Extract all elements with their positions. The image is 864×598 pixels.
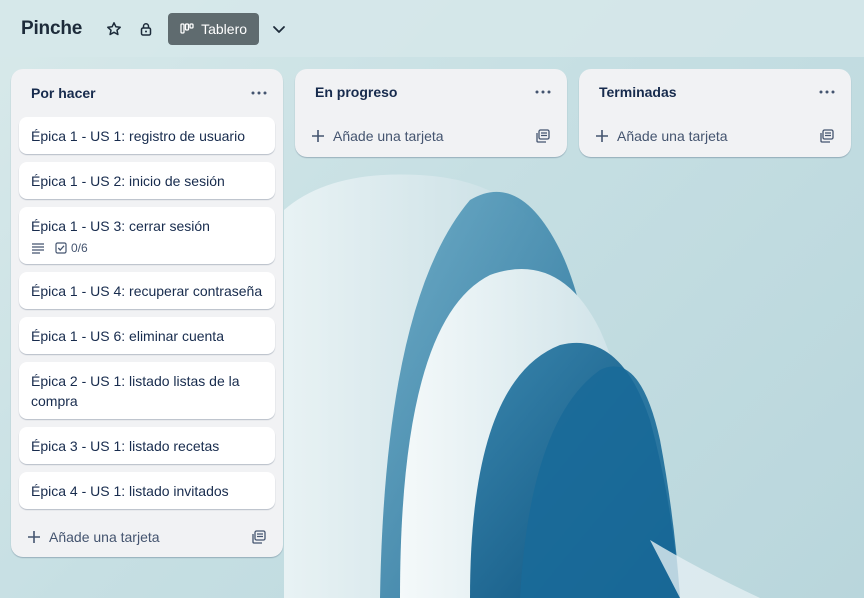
plus-icon: [28, 531, 40, 543]
card-badges: 0/6: [31, 240, 263, 256]
list-header: Terminadas: [579, 69, 851, 115]
add-card-button[interactable]: Añade una tarjeta: [595, 128, 728, 144]
add-card-button[interactable]: Añade una tarjeta: [311, 128, 444, 144]
card-title: Épica 2 - US 1: listado listas de la com…: [31, 373, 240, 409]
checklist-badge: 0/6: [55, 238, 88, 258]
board-view-label: Tablero: [201, 20, 248, 37]
card[interactable]: Épica 1 - US 2: inicio de sesión: [19, 162, 275, 199]
list-footer: Añade una tarjeta: [11, 517, 283, 557]
card-list: Épica 1 - US 1: registro de usuario Épic…: [11, 117, 283, 509]
more-icon: [251, 91, 267, 95]
template-icon: [820, 129, 834, 143]
create-from-template-button[interactable]: [531, 124, 555, 148]
board-view-button[interactable]: Tablero: [168, 12, 260, 45]
add-card-button[interactable]: Añade una tarjeta: [27, 529, 160, 545]
chevron-down-icon: [273, 25, 285, 33]
add-card-label: Añade una tarjeta: [617, 128, 728, 144]
card[interactable]: Épica 1 - US 1: registro de usuario: [19, 117, 275, 154]
template-icon: [252, 530, 266, 544]
card-title: Épica 3 - US 1: listado recetas: [31, 438, 220, 454]
lock-icon: [140, 22, 152, 36]
card-title: Épica 1 - US 3: cerrar sesión: [31, 218, 210, 234]
list-title[interactable]: Por hacer: [31, 85, 96, 101]
checklist-icon: [55, 242, 67, 254]
description-icon: [32, 243, 44, 254]
card[interactable]: Épica 1 - US 6: eliminar cuenta: [19, 317, 275, 354]
list-footer: Añade una tarjeta: [295, 115, 567, 157]
list-title[interactable]: Terminadas: [599, 84, 677, 100]
star-icon: [107, 21, 122, 35]
list-footer: Añade una tarjeta: [579, 115, 851, 157]
plus-icon: [312, 130, 324, 142]
board-title[interactable]: Pinche: [21, 18, 82, 40]
card-title: Épica 4 - US 1: listado invitados: [31, 483, 229, 499]
card[interactable]: Épica 2 - US 1: listado listas de la com…: [19, 362, 275, 419]
view-switcher-button[interactable]: [263, 13, 295, 45]
more-icon: [535, 90, 551, 94]
plus-icon: [596, 130, 608, 142]
card-title: Épica 1 - US 4: recuperar contraseña: [31, 283, 263, 299]
add-card-label: Añade una tarjeta: [49, 529, 160, 545]
board-view-icon: [180, 22, 194, 34]
visibility-button[interactable]: [130, 13, 162, 45]
description-badge: [31, 242, 45, 254]
card-title: Épica 1 - US 1: registro de usuario: [31, 128, 245, 144]
card-title: Épica 1 - US 2: inicio de sesión: [31, 173, 225, 189]
card-title: Épica 1 - US 6: eliminar cuenta: [31, 328, 224, 344]
list-menu-button[interactable]: [531, 80, 555, 104]
list-en-progreso: En progreso Añade una tarjeta: [295, 69, 567, 157]
card[interactable]: Épica 3 - US 1: listado recetas: [19, 427, 275, 464]
create-from-template-button[interactable]: [247, 525, 271, 549]
create-from-template-button[interactable]: [815, 124, 839, 148]
board-header: Pinche Tablero: [0, 0, 864, 57]
list-terminadas: Terminadas Añade una tarjeta: [579, 69, 851, 157]
card[interactable]: Épica 1 - US 3: cerrar sesión 0/6: [19, 207, 275, 264]
add-card-label: Añade una tarjeta: [333, 128, 444, 144]
list-header: Por hacer: [11, 69, 283, 117]
checklist-count: 0/6: [71, 241, 88, 255]
more-icon: [819, 90, 835, 94]
card[interactable]: Épica 4 - US 1: listado invitados: [19, 472, 275, 509]
list-title[interactable]: En progreso: [315, 84, 397, 100]
list-por-hacer: Por hacer Épica 1 - US 1: registro de us…: [11, 69, 283, 557]
card[interactable]: Épica 1 - US 4: recuperar contraseña: [19, 272, 275, 309]
list-menu-button[interactable]: [815, 80, 839, 104]
star-button[interactable]: [98, 13, 130, 45]
template-icon: [536, 129, 550, 143]
list-menu-button[interactable]: [247, 81, 271, 105]
list-header: En progreso: [295, 69, 567, 115]
